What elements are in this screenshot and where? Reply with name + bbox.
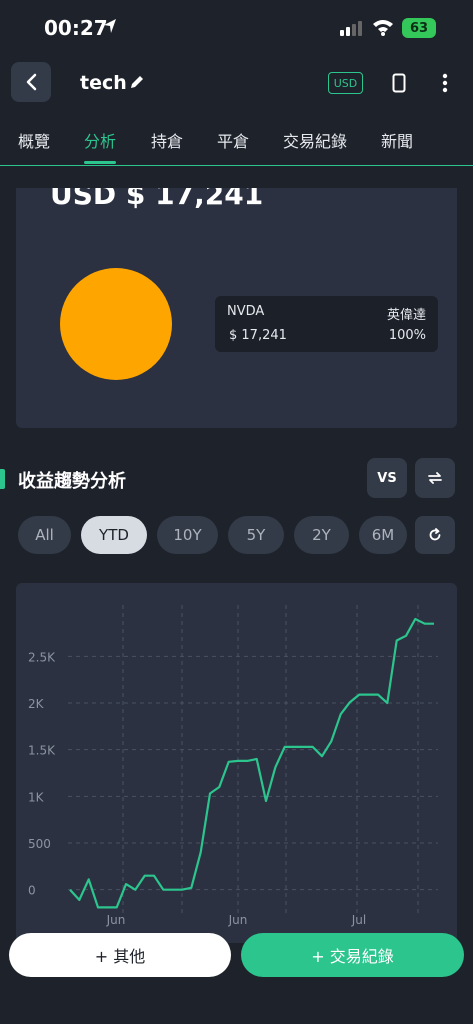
- allocation-pie[interactable]: [60, 268, 172, 380]
- status-time: 00:27: [44, 16, 108, 40]
- range-5y[interactable]: 5Y: [228, 516, 284, 554]
- trend-chart-svg: 2.5K 2K 1.5K 1K 500 0 Jun Jun Jul: [28, 605, 438, 927]
- allocation-legend: NVDA 英偉達 $ 17,241 100%: [215, 296, 438, 352]
- back-button[interactable]: [11, 62, 51, 102]
- tab-news[interactable]: 新聞: [381, 128, 413, 152]
- legend-percent: 100%: [388, 328, 426, 343]
- tab-analysis[interactable]: 分析: [84, 128, 116, 152]
- battery-indicator: 63: [402, 18, 436, 38]
- tab-bar: 概覽 分析 持倉 平倉 交易紀錄 新聞: [0, 114, 473, 166]
- range-all[interactable]: All: [18, 516, 71, 554]
- y-tick-label: 1K: [28, 790, 45, 804]
- range-10y[interactable]: 10Y: [157, 516, 218, 554]
- wifi-icon: [373, 20, 393, 36]
- tab-holdings[interactable]: 持倉: [151, 128, 183, 152]
- add-transaction-button[interactable]: + 交易紀錄: [241, 933, 464, 977]
- add-other-button[interactable]: + 其他: [9, 933, 231, 977]
- active-tab-indicator: [84, 161, 116, 164]
- allocation-card: USD $ 17,241 NVDA 英偉達 $ 17,241 100%: [16, 188, 457, 428]
- range-2y[interactable]: 2Y: [294, 516, 349, 554]
- legend-symbol: NVDA: [227, 304, 265, 319]
- y-tick-label: 0: [28, 884, 36, 898]
- chevron-left-icon: [26, 73, 37, 91]
- y-tick-label: 2.5K: [28, 650, 56, 664]
- portfolio-title: tech: [80, 72, 127, 94]
- tab-closed[interactable]: 平倉: [217, 128, 249, 152]
- refresh-button[interactable]: [415, 516, 455, 554]
- y-tick-label: 1.5K: [28, 744, 56, 758]
- trend-chart[interactable]: 2.5K 2K 1.5K 1K 500 0 Jun Jun Jul: [16, 583, 457, 943]
- status-bar: 00:27 63: [0, 0, 473, 56]
- currency-badge[interactable]: USD: [328, 72, 363, 94]
- x-tick-label: Jun: [106, 913, 126, 927]
- x-tick-label: Jun: [228, 913, 248, 927]
- compare-vs-button[interactable]: VS: [367, 458, 407, 498]
- range-6m[interactable]: 6M: [359, 516, 407, 554]
- header: tech USD: [0, 62, 473, 106]
- section-accent-bar: [0, 469, 5, 489]
- y-tick-label: 500: [28, 837, 51, 851]
- x-tick-label: Jul: [351, 913, 366, 927]
- pencil-icon[interactable]: [129, 74, 145, 90]
- range-ytd[interactable]: YTD: [81, 516, 147, 554]
- tab-overview[interactable]: 概覽: [18, 128, 50, 152]
- more-vertical-icon[interactable]: [442, 73, 448, 93]
- legend-value: $ 17,241: [229, 328, 287, 343]
- signal-icon: [340, 21, 362, 36]
- y-tick-label: 2K: [28, 697, 45, 711]
- refresh-icon: [429, 528, 441, 541]
- tab-transactions[interactable]: 交易紀錄: [283, 128, 347, 152]
- trend-section-title: 收益趨勢分析: [18, 471, 126, 492]
- legend-name: 英偉達: [386, 308, 426, 323]
- swap-button[interactable]: [415, 458, 455, 498]
- phone-icon[interactable]: [392, 73, 406, 93]
- series-line: [69, 617, 434, 909]
- swap-arrows-icon: [428, 472, 442, 484]
- allocation-total: USD $ 17,241: [50, 188, 264, 211]
- location-arrow-icon: [104, 19, 116, 33]
